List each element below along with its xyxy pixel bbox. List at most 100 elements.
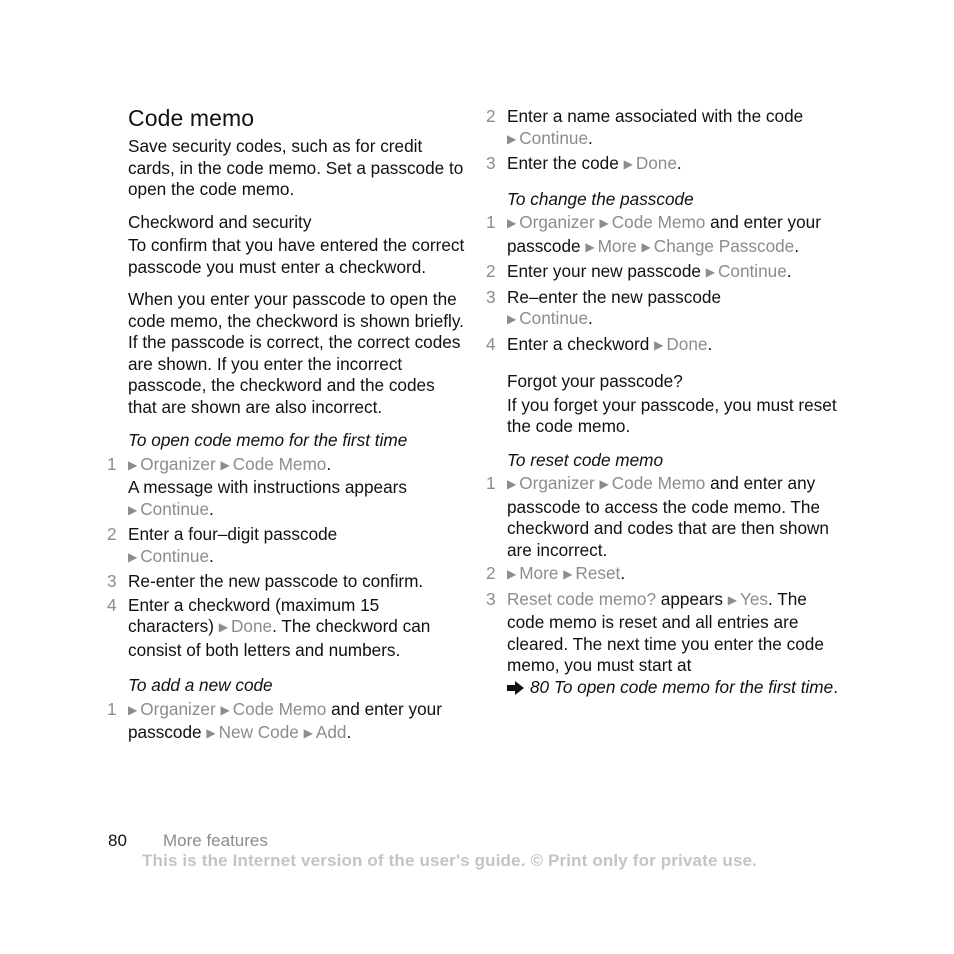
prompt-reset-code-memo: Reset code memo? [507,588,657,609]
step-item: 2 Enter a name associated with the code … [486,106,804,148]
step-text: Re-enter the new passcode to confirm. [128,571,424,591]
menu-item-continue: Continue [717,261,787,281]
step-item: 3 Enter the code ▶ Done. [486,153,682,173]
triangle-right-icon: ▶ [128,702,138,717]
triangle-right-icon: ▶ [220,702,230,717]
change-passcode-heading: To change the passcode [507,188,694,209]
menu-item-organizer: Organizer [519,212,595,232]
menu-item-more: More [519,563,559,583]
triangle-right-icon: ▶ [218,620,228,634]
page-number: 80 [108,831,127,850]
step-text: A message with instructions appears [128,477,407,497]
triangle-right-icon: ▶ [220,457,230,472]
step-item: 3 Reset code memo? appears ▶ Yes. The cod… [486,588,838,699]
section-name: More features [163,831,268,850]
open-first-time-heading: To open code memo for the first time [128,430,408,450]
step-item: 1 ▶ Organizer ▶ Code Memo. A message with … [107,453,407,519]
cross-reference-link[interactable]: 80 To open code memo for the first time [530,677,833,697]
step-number: 3 [486,286,496,307]
add-new-code-steps-part1: 1 ▶ Organizer ▶ Code Memo and enter your p… [107,698,468,746]
menu-item-continue: Continue [519,308,589,328]
menu-item-organizer: Organizer [519,473,595,493]
step-item: 1 ▶ Organizer ▶ Code Memo and enter any pa… [486,473,829,560]
checkword-paragraph-1: To confirm that you have entered the cor… [128,235,465,277]
step-text: Enter the code [507,153,619,173]
step-number: 4 [107,594,117,615]
step-number: 1 [107,453,117,474]
page-title: Code memo [128,105,255,131]
triangle-right-icon: ▶ [507,477,517,491]
arrow-right-icon [507,677,524,699]
step-text: Enter a checkword [507,333,650,354]
step-number: 2 [486,261,496,281]
copyright-notice: This is the Internet version of the user… [142,851,758,870]
step-number: 1 [486,212,496,232]
add-new-code-heading: To add a new code [128,675,273,695]
menu-item-done: Done [230,616,273,636]
step-item: 4 Enter a checkword (maximum 15 characte… [107,594,431,660]
open-first-time-steps: 1 ▶ Organizer ▶ Code Memo. A message with … [107,453,468,662]
triangle-right-icon: ▶ [507,567,517,581]
triangle-right-icon: ▶ [641,239,651,254]
triangle-right-icon: ▶ [128,549,138,564]
menu-item-code-memo: Code Memo [611,212,706,232]
menu-item-continue: Continue [519,127,589,148]
forgot-passcode-text: If you forget your passcode, you must re… [507,394,837,437]
step-number: 3 [107,571,117,591]
step-item: 2 Enter your new passcode ▶ Continue. [486,261,792,281]
triangle-right-icon: ▶ [727,592,737,607]
step-number: 1 [486,473,496,493]
triangle-right-icon: ▶ [507,312,517,326]
menu-item-add: Add [315,722,347,742]
triangle-right-icon: ▶ [599,477,609,491]
triangle-right-icon: ▶ [585,239,595,254]
intro-text: Save security codes, such as for credit … [128,136,464,199]
menu-item-code-memo: Code Memo [611,473,706,493]
menu-item-yes: Yes [739,588,768,609]
triangle-right-icon: ▶ [303,726,313,740]
checkword-paragraph-2: When you enter your passcode to open the… [128,289,464,417]
menu-item-organizer: Organizer [140,698,216,719]
step-text: Enter a four–digit passcode [128,524,338,544]
step-item: 4 Enter a checkword ▶ Done. [486,333,713,354]
step-number: 4 [486,333,496,354]
step-item: 3 Re–enter the new passcode ▶ Continue. [486,286,722,329]
triangle-right-icon: ▶ [507,216,517,230]
step-number: 3 [486,588,496,609]
menu-item-done: Done [635,153,677,173]
reset-memo-steps: 1 ▶ Organizer ▶ Code Memo and enter any pa… [486,473,847,699]
menu-item-done: Done [666,333,708,354]
step-text: Enter your new passcode [507,261,701,281]
step-item: 1 ▶ Organizer ▶ Code Memo and enter your p… [107,698,442,743]
checkword-heading: Checkword and security [128,211,312,232]
step-item: 3 Re-enter the new passcode to confirm. [107,571,468,593]
triangle-right-icon: ▶ [128,457,138,472]
step-item: 1 ▶ Organizer ▶ Code Memo and enter your p… [486,212,821,256]
triangle-right-icon: ▶ [563,567,573,581]
left-column: Code memo Save security codes, such as f… [107,104,468,748]
step-item: 2 Enter a four–digit passcode ▶ Continue. [107,524,338,566]
right-column: 2 Enter a name associated with the code … [486,106,847,700]
step-number: 1 [107,698,117,719]
menu-item-code-memo: Code Memo [232,453,327,474]
step-text: Enter a name associated with the code [507,106,804,126]
triangle-right-icon: ▶ [206,726,216,740]
menu-item-organizer: Organizer [140,453,216,474]
menu-item-continue: Continue [140,545,210,566]
triangle-right-icon: ▶ [654,337,664,352]
triangle-right-icon: ▶ [705,265,715,279]
step-item: 2 ▶ More ▶ Reset. [486,563,626,583]
menu-item-continue: Continue [140,498,210,519]
step-text: Re–enter the new passcode [507,286,722,307]
change-passcode-steps: 1 ▶ Organizer ▶ Code Memo and enter your p… [486,212,847,357]
triangle-right-icon: ▶ [128,502,138,517]
menu-item-more: More [597,235,637,256]
add-new-code-steps-part2: 2 Enter a name associated with the code … [486,106,847,177]
triangle-right-icon: ▶ [507,131,517,146]
step-number: 2 [486,563,496,583]
menu-item-change-passcode: Change Passcode [653,235,795,256]
menu-item-reset: Reset [575,563,621,583]
reset-memo-heading: To reset code memo [507,449,664,470]
step-number: 3 [486,153,496,173]
menu-item-new-code: New Code [218,722,299,742]
